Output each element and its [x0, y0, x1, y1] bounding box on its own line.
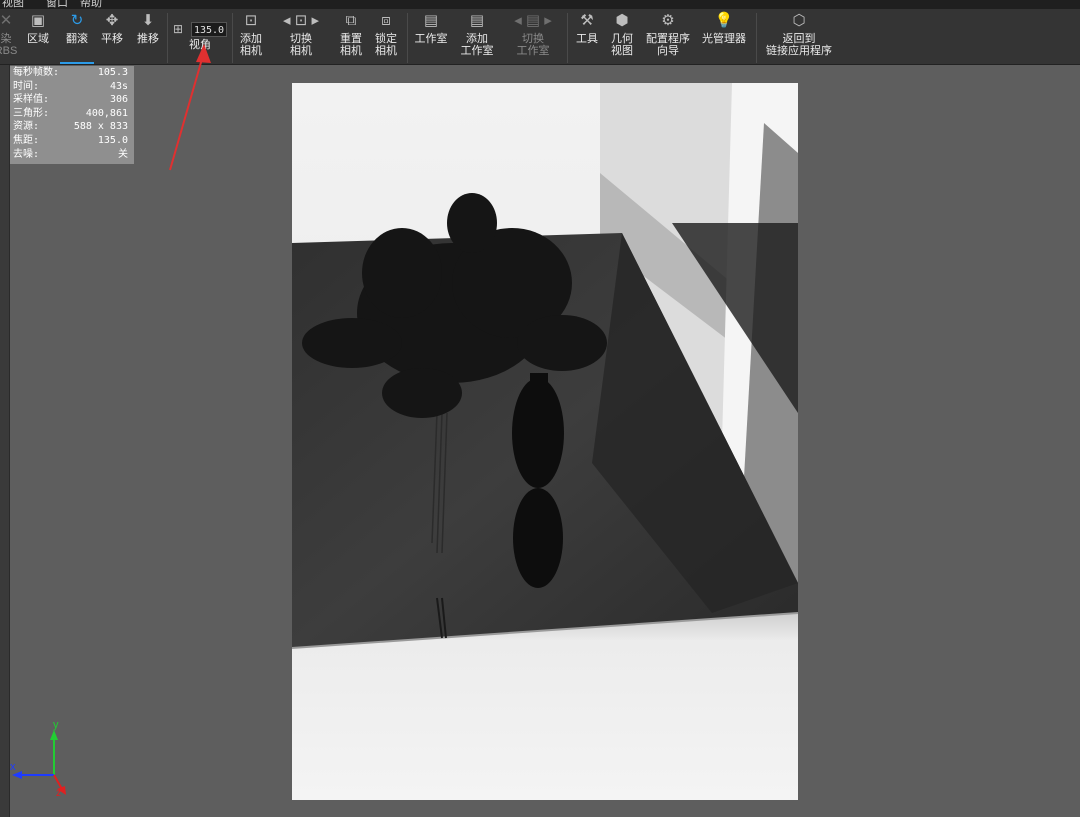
separator — [756, 13, 757, 63]
return-link-icon: ⬡ — [792, 12, 806, 29]
studio-button[interactable]: ▤ 工作室 — [412, 9, 450, 64]
left-panel-edge[interactable] — [0, 65, 10, 817]
separator — [407, 13, 408, 63]
add-camera-icon: ⊡ — [244, 12, 258, 29]
tools-button[interactable]: ⚒ 工具 — [572, 9, 602, 64]
pan-button[interactable]: ✥ 平移 — [96, 9, 128, 64]
tumble-button[interactable]: ↻ 翻滚 — [60, 9, 94, 64]
studio-icon: ▤ — [423, 12, 439, 29]
configurator-wizard-button[interactable]: ⚙ 配置程序 向导 — [643, 9, 693, 64]
lock-camera-icon: ⧈ — [381, 12, 391, 29]
reset-camera-icon: ⧉ — [345, 12, 357, 29]
switch-camera-button[interactable]: ◂ ⊡ ▸ 切换 相机 — [276, 9, 326, 64]
render-icon: ✕ — [0, 12, 13, 29]
region-button[interactable]: ▣ 区域 — [22, 9, 54, 64]
configurator-wizard-icon: ⚙ — [661, 12, 675, 29]
menu-view[interactable]: 视图 — [2, 0, 24, 9]
add-camera-button[interactable]: ⊡ 添加 相机 — [236, 9, 266, 64]
render-view[interactable] — [292, 83, 798, 800]
tools-icon: ⚒ — [580, 12, 594, 29]
switch-studio-icon: ◂ ▤ ▸ — [514, 12, 552, 29]
separator — [232, 13, 233, 63]
stat-time: 时间: 43s — [13, 80, 128, 92]
menu-help[interactable]: 帮助 — [80, 0, 102, 9]
add-studio-icon: ▤ — [469, 12, 485, 29]
rendered-scene — [292, 83, 798, 800]
annotation-arrow — [169, 44, 211, 171]
axis-z-label: z — [56, 788, 61, 798]
return-link-app-button[interactable]: ⬡ 返回到 链接应用程序 — [762, 9, 836, 64]
axis-y-label: y — [53, 719, 59, 731]
separator — [567, 13, 568, 63]
stat-resolution: 资源: 588 x 833 — [13, 121, 128, 133]
axis-gizmo: y x z — [10, 719, 66, 798]
stat-focal-length: 焦距: 135.0 — [13, 134, 128, 146]
render-rbs-button[interactable]: ✕ 染 RBS — [0, 9, 20, 64]
switch-camera-icon: ◂ ⊡ ▸ — [283, 12, 319, 29]
switch-studio-button[interactable]: ◂ ▤ ▸ 切换 工作室 — [508, 9, 558, 64]
lock-camera-button[interactable]: ⧈ 锁定 相机 — [371, 9, 401, 64]
stat-fps: 每秒帧数: 105.3 — [13, 67, 128, 78]
stats-overlay: 每秒帧数: 105.3 时间: 43s 采样值: 306 三角形: 400,861 资源… — [10, 66, 134, 164]
reset-camera-button[interactable]: ⧉ 重置 相机 — [336, 9, 366, 64]
tumble-icon: ↻ — [70, 12, 84, 29]
stat-denoise: 去噪: 关 — [13, 148, 128, 160]
menu-bar: 视图 窗口 帮助 — [0, 0, 1080, 9]
axis-x-label: x — [10, 761, 16, 773]
add-studio-button[interactable]: ▤ 添加 工作室 — [457, 9, 497, 64]
active-indicator — [60, 62, 94, 64]
light-manager-button[interactable]: 💡 光管理器 — [699, 9, 749, 64]
dolly-icon: ⬇ — [141, 12, 155, 29]
stat-triangles: 三角形: 400,861 — [13, 107, 128, 119]
menu-window[interactable]: 窗口 — [46, 0, 68, 9]
light-manager-icon: 💡 — [714, 12, 734, 29]
geometry-view-icon: ⬢ — [615, 12, 629, 29]
region-icon: ▣ — [30, 12, 46, 29]
geometry-view-button[interactable]: ⬢ 几何 视图 — [607, 9, 637, 64]
stat-samples: 采样值: 306 — [13, 94, 128, 106]
pan-icon: ✥ — [105, 12, 119, 29]
